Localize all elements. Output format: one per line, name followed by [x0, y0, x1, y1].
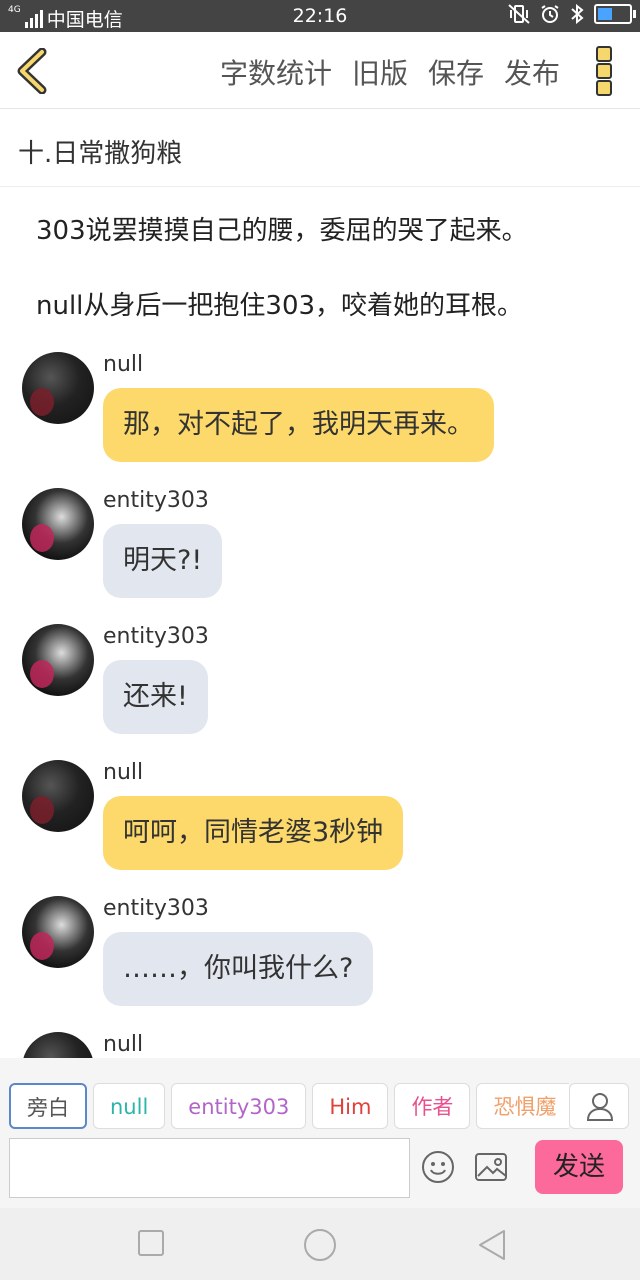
message-bubble[interactable]: 还来! — [103, 660, 208, 734]
sender-name: null — [103, 760, 144, 785]
back-icon[interactable] — [14, 48, 54, 94]
user-icon — [586, 1093, 614, 1121]
entity303-avatar — [22, 488, 94, 560]
status-bar: 4G 中国电信 22:16 — [0, 0, 640, 32]
role-chip-entity303[interactable]: entity303 — [171, 1083, 307, 1129]
sender-name: entity303 — [103, 488, 209, 513]
sender-name: null — [103, 1032, 144, 1057]
status-right — [508, 4, 636, 24]
message-bubble[interactable]: ……，你叫我什么? — [103, 932, 374, 1006]
more-menu-icon[interactable] — [596, 46, 612, 96]
role-chip-narrator[interactable]: 旁白 — [9, 1083, 87, 1129]
top-nav-bar: 字数统计 旧版 保存 发布 — [0, 32, 640, 109]
role-chip-him[interactable]: Him — [312, 1083, 389, 1129]
nav-actions: 字数统计 旧版 保存 发布 — [220, 52, 560, 92]
role-manage-button[interactable] — [569, 1083, 629, 1129]
sender-name: entity303 — [103, 896, 209, 921]
entity303-avatar — [22, 624, 94, 696]
role-chip-author[interactable]: 作者 — [394, 1083, 471, 1129]
save-button[interactable]: 保存 — [428, 52, 484, 92]
recent-apps-icon[interactable] — [137, 1228, 165, 1258]
sender-name: null — [103, 352, 144, 377]
alarm-icon — [541, 5, 559, 23]
old-version-button[interactable]: 旧版 — [352, 52, 408, 92]
home-icon[interactable] — [302, 1228, 338, 1262]
battery-icon — [594, 4, 636, 24]
bluetooth-icon — [571, 4, 584, 24]
narration-line[interactable]: null从身后一把抱住303，咬着她的耳根。 — [36, 285, 523, 322]
image-icon[interactable] — [474, 1152, 508, 1182]
null-avatar — [22, 352, 94, 424]
message-input[interactable] — [9, 1138, 410, 1198]
narration-line[interactable]: 303说罢摸摸自己的腰，委屈的哭了起来。 — [36, 210, 528, 247]
system-nav-bar — [0, 1208, 640, 1280]
message-bubble[interactable]: 那，对不起了，我明天再来。 — [103, 388, 494, 462]
role-chip-fear-demon[interactable]: 恐惧魔 — [476, 1083, 569, 1129]
entity303-avatar — [22, 896, 94, 968]
composer-panel: 旁白 null entity303 Him 作者 恐惧魔 发送 — [0, 1058, 640, 1208]
chapter-title[interactable]: 十.日常撒狗粮 — [0, 109, 640, 187]
story-content[interactable]: 303说罢摸摸自己的腰，委屈的哭了起来。 null从身后一把抱住303，咬着她的… — [0, 188, 640, 1058]
message-bubble[interactable]: 明天?! — [103, 524, 223, 598]
message-bubble[interactable]: 呵呵，同情老婆3秒钟 — [103, 796, 404, 870]
send-button[interactable]: 发送 — [535, 1140, 623, 1194]
sender-name: entity303 — [103, 624, 209, 649]
publish-button[interactable]: 发布 — [504, 52, 560, 92]
null-avatar — [22, 1032, 94, 1058]
null-avatar — [22, 760, 94, 832]
role-chip-null[interactable]: null — [93, 1083, 166, 1129]
emoji-icon[interactable] — [421, 1150, 455, 1184]
word-count-button[interactable]: 字数统计 — [220, 52, 332, 92]
vibrate-icon — [508, 4, 530, 24]
role-selector: 旁白 null entity303 Him 作者 恐惧魔 — [9, 1083, 569, 1133]
back-nav-icon[interactable] — [476, 1228, 508, 1262]
